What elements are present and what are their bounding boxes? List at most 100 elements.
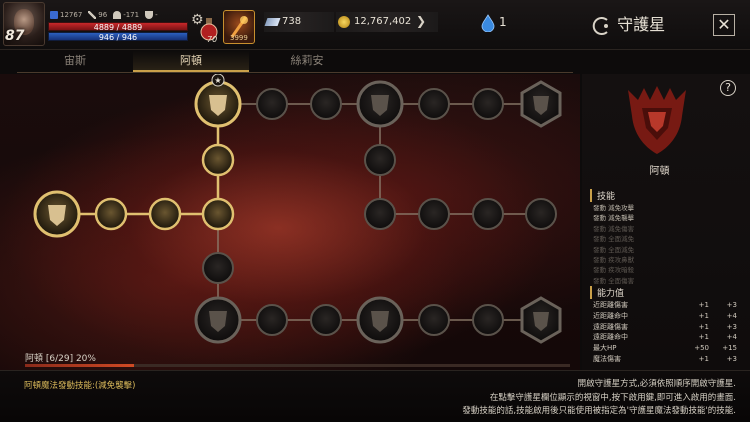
constellation-node[interactable] xyxy=(148,197,182,231)
active-connection-lines xyxy=(57,104,220,216)
constellation-node[interactable] xyxy=(94,197,128,231)
potion-count: 70 xyxy=(207,35,218,44)
page-title: 守護星 xyxy=(590,11,665,37)
instruction-line: 在點擊守護星欄位顯示的視窗中,按下啟用鍵,即可進入啟用的畫面. xyxy=(489,392,736,403)
constellation-node-bottom-left[interactable] xyxy=(194,296,242,344)
stat-power: 12767 xyxy=(50,11,82,19)
constellation-name: 阿頓 xyxy=(649,166,670,177)
gem-count: 1 xyxy=(499,15,507,29)
constellation-node[interactable] xyxy=(418,304,450,336)
ability-row: 近距離傷害 +1 +3 xyxy=(593,300,743,311)
ability-row: 遠距離傷害 +1 +3 xyxy=(593,322,743,333)
instructions-text: 開啟守護星方式,必須依照順序開啟守護星. 在點擊守護星欄位顯示的視窗中,按下啟用… xyxy=(462,378,736,419)
small-nodes xyxy=(94,88,557,336)
constellation-node-hexa-bottom[interactable] xyxy=(520,296,562,344)
crystal-currency: 738 xyxy=(264,12,334,32)
constellation-node-sanctum-1[interactable] xyxy=(356,80,404,128)
constellation-progress-fill xyxy=(25,364,134,367)
crystal-amount: 738 xyxy=(282,16,302,27)
constellation-node[interactable] xyxy=(418,198,450,230)
constellation-node[interactable] xyxy=(310,88,342,120)
help-button[interactable]: ? xyxy=(720,80,736,96)
ability-name: 最大HP xyxy=(593,344,617,353)
star-icon: ★ xyxy=(214,76,221,85)
constellation-node[interactable] xyxy=(472,88,504,120)
mp-bar: 946 / 946 xyxy=(48,32,188,42)
constellation-node[interactable] xyxy=(202,252,234,284)
skill-item: 發動 疾攻鼻獸 xyxy=(593,256,635,265)
constellation-tabs: 宙斯 阿頓 絲莉安 xyxy=(17,51,573,73)
close-button[interactable]: ✕ xyxy=(713,14,735,36)
water-gem-icon xyxy=(481,14,495,32)
ability-v1: +1 xyxy=(698,333,709,342)
constellation-map: ★ xyxy=(0,74,580,370)
constellation-node[interactable] xyxy=(418,88,450,120)
ability-row: 魔法傷害 +1 +3 xyxy=(593,354,743,365)
constellation-progress-bar xyxy=(25,364,570,367)
stat-trophy: - xyxy=(145,11,158,19)
constellation-node-hub-top[interactable]: ★ xyxy=(194,74,242,128)
constellation-node[interactable] xyxy=(310,304,342,336)
ability-name: 魔法傷害 xyxy=(593,354,621,363)
constellation-node-hexa-top[interactable] xyxy=(520,80,562,128)
gold-coin-icon xyxy=(338,16,350,28)
ability-name: 近距離命中 xyxy=(593,311,628,320)
stat-power-value: 12767 xyxy=(60,11,83,19)
crystal-icon xyxy=(264,18,281,26)
skill-item: 發動 全面減免 xyxy=(593,245,635,254)
stat-trophy-value: - xyxy=(155,11,158,19)
ability-v2: +15 xyxy=(722,344,737,353)
ability-v1: +1 xyxy=(698,322,709,331)
constellation-node[interactable] xyxy=(364,198,396,230)
constellation-node[interactable] xyxy=(201,197,235,231)
constellation-node[interactable] xyxy=(472,304,504,336)
skill-item: 發動 全面傷害 xyxy=(593,276,635,285)
stat-attack-value: 96 xyxy=(98,11,108,19)
ability-v1: +1 xyxy=(698,301,709,309)
instruction-line: 發動技能的話,技能啟用後只能使用被指定為'守護星魔法發動技能'的技能. xyxy=(462,406,736,416)
constellation-node[interactable] xyxy=(256,304,288,336)
character-level: 87 xyxy=(5,28,25,44)
gold-amount: 12,767,402 xyxy=(354,16,412,27)
sword-icon xyxy=(88,11,97,19)
connection-lines xyxy=(57,103,541,321)
skills-section-title: 技能 xyxy=(590,189,615,202)
constellation-node[interactable] xyxy=(525,198,557,230)
ability-v1: +50 xyxy=(694,344,709,353)
constellation-node-start[interactable] xyxy=(33,190,81,238)
stat-attack: 96 xyxy=(88,11,107,19)
trophy-icon xyxy=(145,11,154,19)
tab-zeus[interactable]: 宙斯 xyxy=(17,51,133,72)
tab-sirian[interactable]: 絲莉安 xyxy=(249,51,365,72)
constellation-node[interactable] xyxy=(256,88,288,120)
ability-name: 遠距離傷害 xyxy=(593,322,628,331)
tab-aton[interactable]: 阿頓 xyxy=(133,51,249,72)
skill-item: 發動 減免襲擊 xyxy=(593,214,635,223)
top-status-bar: 87 12767 96 -171 - 4889 / 4889 946 / 946… xyxy=(0,0,750,50)
helmet-icon xyxy=(113,11,122,19)
skill-item: 發動 全面減免 xyxy=(593,235,635,244)
chevron-right-icon[interactable]: ❯ xyxy=(416,14,426,28)
constellation-node[interactable] xyxy=(472,198,504,230)
skill-item: 發動 減免傷害 xyxy=(593,224,635,233)
ability-name: 遠距離命中 xyxy=(593,333,628,342)
constellation-node-sanctum-2[interactable] xyxy=(356,296,404,344)
skills-list: 發動 減免攻擊 發動 減免襲擊 發動 減免傷害 發動 全面減免 發動 全面減免 發動 疾攻… xyxy=(593,203,634,286)
guardian-star-logo-icon xyxy=(592,16,608,35)
skill-item: 發動 疾攻暗殺 xyxy=(593,266,635,275)
constellation-graph: ★ xyxy=(33,74,562,344)
ability-name: 近距離傷害 xyxy=(593,301,628,309)
abilities-section-title: 能力值 xyxy=(590,286,624,299)
hp-bar: 4889 / 4889 xyxy=(48,22,188,32)
character-stats-row: 12767 96 -171 - xyxy=(50,11,158,19)
constellation-node[interactable] xyxy=(364,144,396,176)
ability-v1: +1 xyxy=(698,354,709,363)
stat-defense-value: -171 xyxy=(123,11,140,19)
instruction-line: 開啟守護星方式,必須依照順序開啟守護星. xyxy=(577,379,736,389)
stat-defense: -171 xyxy=(113,11,139,19)
aton-crest-emblem xyxy=(628,86,686,154)
power-icon xyxy=(50,11,58,19)
constellation-node[interactable] xyxy=(201,143,235,177)
ability-row: 遠距離命中 +1 +4 xyxy=(593,332,743,343)
ability-v1: +1 xyxy=(698,311,709,320)
